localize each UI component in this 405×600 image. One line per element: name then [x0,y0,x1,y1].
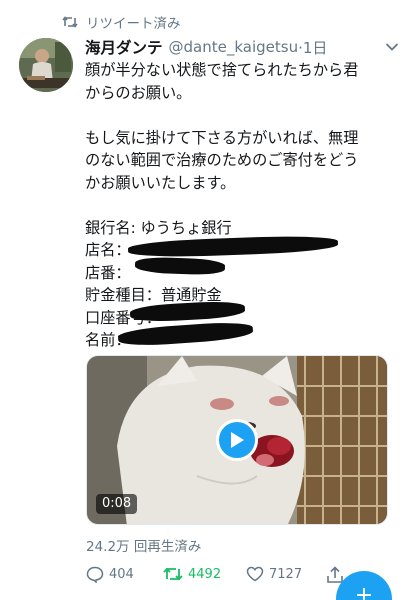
tweet-time[interactable]: ·1日 [298,37,327,58]
like-button[interactable]: 7127 [246,566,302,582]
retweet-button[interactable]: 4492 [163,566,221,582]
avatar[interactable] [19,38,73,92]
plus-icon: + [354,583,374,600]
tweet-line: かお願いいたします。 [85,173,236,192]
reply-count: 404 [109,567,134,582]
tweet-line: もし気に掛けて下さる方がいれば、無理 [85,128,359,147]
tweet-header: 海月ダンテ @dante_kaigetsu ·1日 [85,36,391,58]
chevron-down-icon[interactable] [385,42,399,52]
branch-number-line: 店番： [85,263,131,282]
view-count: 24.2万 回再生済み [86,539,202,555]
retweet-label: リツイート済み [86,16,181,32]
heart-icon [246,566,264,582]
retweet-count: 4492 [188,566,222,582]
bank-name-line: 銀行名: ゆうちょ銀行 [85,218,232,237]
display-name[interactable]: 海月ダンテ [85,36,163,58]
like-count: 7127 [269,566,303,582]
retweet-icon [163,567,183,581]
play-icon [231,432,244,448]
play-button[interactable] [216,419,258,461]
tweet-line: 顔が半分ない状態で捨てられたちから君 [85,61,359,79]
tweet-line: からのお願い。 [85,83,192,102]
tweet-line: のない範囲で治療のためのご寄付をどう [85,151,359,169]
retweet-icon [62,16,78,28]
user-handle[interactable]: @dante_kaigetsu [169,38,299,56]
video-duration: 0:08 [96,494,138,514]
reply-button[interactable]: 404 [86,566,134,583]
retweet-context: リツイート済み [62,12,181,32]
reply-icon [86,566,104,583]
